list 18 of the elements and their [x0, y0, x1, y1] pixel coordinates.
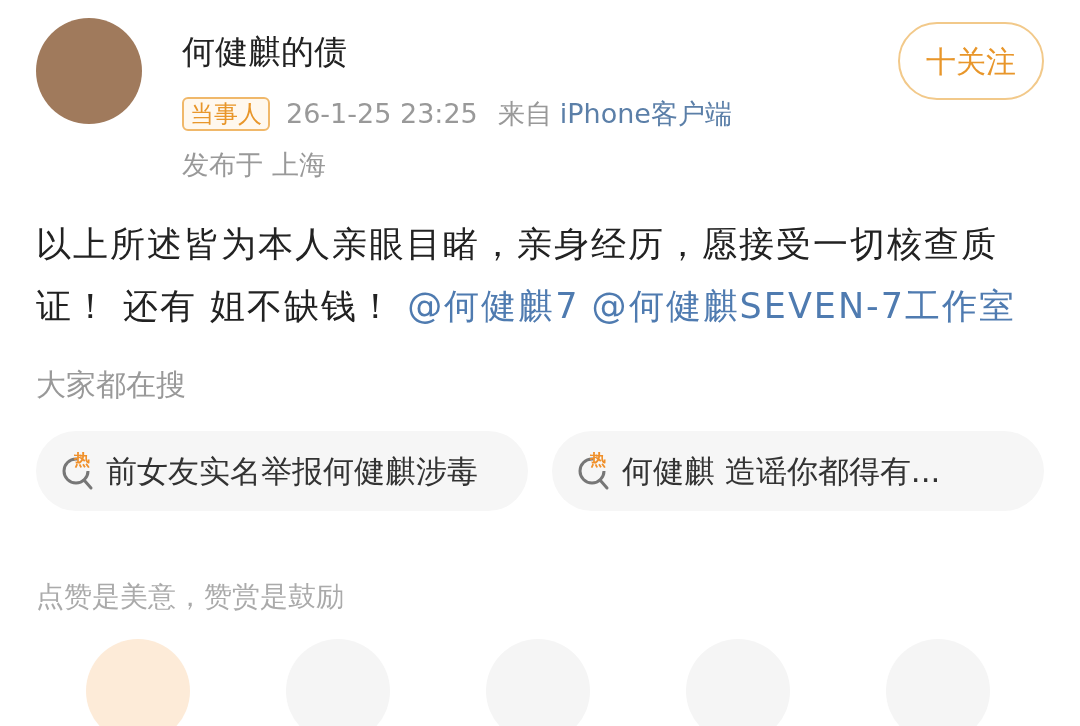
role-badge: 当事人 — [182, 97, 270, 132]
hot-tag: 热 — [590, 451, 606, 469]
reward-hint: 点赞是美意，赞赏是鼓励 — [36, 579, 345, 615]
author-name[interactable]: 何健麒的债 — [182, 26, 898, 78]
post-body: 以上所述皆为本人亲眼目睹，亲身经历，愿接受一切核查质证！ 还有 姐不缺钱！ @何健麒7 @何健麒SEVEN-7工作室 — [36, 223, 1017, 328]
hot-search-text: 何健麒 造谣你都得有... — [622, 451, 941, 491]
hot-search-text: 前女友实名举报何健麒涉毒 — [106, 451, 478, 491]
hot-search-chip[interactable]: 热 前女友实名举报何健麒涉毒 — [36, 431, 528, 511]
hot-search-chip[interactable]: 热 何健麒 造谣你都得有... — [552, 431, 1044, 511]
source-link[interactable]: iPhone客户端 — [559, 94, 732, 135]
post-location: 发布于 上海 — [182, 147, 327, 182]
hot-tag: 热 — [74, 451, 90, 469]
mention-link[interactable]: @何健麒SEVEN-7工作室 — [591, 286, 1016, 326]
source-prefix: 来自 — [497, 97, 552, 131]
follow-button[interactable]: 十关注 — [898, 22, 1044, 100]
post-time: 26-1-25 23:25 — [286, 97, 478, 131]
section-title: 大家都在搜 — [36, 366, 187, 404]
mention-link[interactable]: @何健麒7 — [407, 286, 580, 326]
